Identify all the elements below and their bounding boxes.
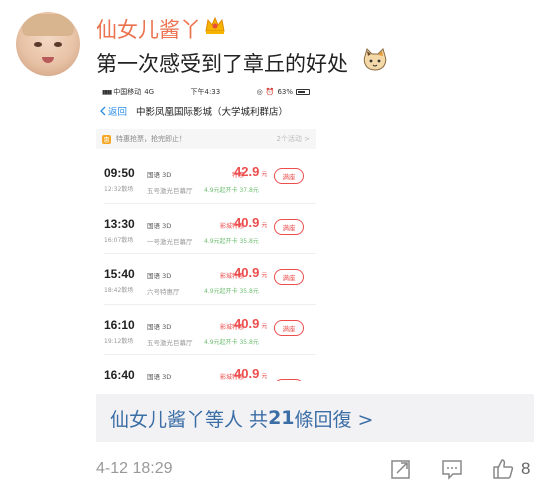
card-note: 4.9元起开卡 35.8元 <box>204 338 259 346</box>
shared-screenshot[interactable]: ▮▮▮▮ 中国移动 4G 下午4:33 ◎ ⏰ 63% 返回 中影凤凰国际影城（… <box>96 85 316 381</box>
start-time: 15:40 <box>104 267 135 281</box>
end-time: 16:07散场 <box>104 236 134 244</box>
network: 4G <box>144 88 155 96</box>
status-button[interactable]: 满座 <box>274 269 304 285</box>
card-note: 4.9元起开卡 35.8元 <box>204 288 259 295</box>
carrier: 中国移动 <box>113 88 142 96</box>
status-button[interactable]: 满座 <box>274 218 304 235</box>
status-button[interactable] <box>274 379 304 381</box>
hall-name: 五号激光巨幕厅 <box>147 338 193 347</box>
avatar[interactable] <box>16 12 80 76</box>
replies-suffix: 條回復 > <box>294 408 374 431</box>
showtime-row[interactable]: 16:40 国语 3D 影城特惠 40.9 元 <box>104 355 316 381</box>
like-icon[interactable] <box>492 458 514 480</box>
start-time: 09:50 <box>104 166 135 180</box>
cat-emoji-icon <box>363 48 387 71</box>
location-icon: ◎ <box>256 88 263 96</box>
replies-middle: 等人 共 <box>205 408 269 431</box>
comment-icon[interactable] <box>441 458 463 480</box>
post-text: 第一次感受到了章丘的好处 <box>96 52 348 76</box>
nav-bar: 返回 中影凤凰国际影城（大学城利群店） <box>96 99 316 123</box>
hall-name: 五号激光巨幕厅 <box>147 187 193 195</box>
crown-icon <box>205 16 225 34</box>
start-time: 16:40 <box>104 368 135 381</box>
back-label: 返回 <box>108 107 128 118</box>
start-time: 16:10 <box>104 317 135 332</box>
like-count: 8 <box>521 459 531 478</box>
replies-link[interactable]: 仙女儿酱丫 等人 共 21 條回復 > <box>96 394 534 442</box>
showtime-row[interactable]: 09:50 12:32散场 国语 3D 五号激光巨幕厅 特惠 42.9 元 4.9… <box>104 153 316 204</box>
battery-icon <box>296 89 310 95</box>
showtime-row[interactable]: 13:30 16:07散场 国语 3D 一号激光巨幕厅 影城特惠 40.9 元 4… <box>104 204 316 254</box>
status-button[interactable]: 满座 <box>274 319 304 336</box>
end-time: 12:32散场 <box>104 186 134 193</box>
language-format: 国语 3D <box>147 272 172 280</box>
status-time: 下午4:33 <box>190 88 221 96</box>
chevron-left-icon <box>100 106 106 116</box>
signal-icon: ▮▮▮▮ <box>102 88 112 96</box>
price: 40.9 元 <box>234 265 268 280</box>
forward-icon[interactable] <box>390 458 412 480</box>
price: 40.9 元 <box>234 366 268 381</box>
end-time: 18:42散场 <box>104 287 134 294</box>
price: 42.9 元 <box>234 164 268 179</box>
battery-percent: 63% <box>277 88 293 96</box>
showtime-row[interactable]: 15:40 18:42散场 国语 3D 六号特惠厅 影城特惠 40.9 元 4.9… <box>104 254 316 305</box>
language-format: 国语 3D <box>147 221 172 230</box>
status-bar: ▮▮▮▮ 中国移动 4G 下午4:33 ◎ ⏰ 63% <box>96 85 316 99</box>
language-format: 国语 3D <box>147 171 172 179</box>
card-note: 4.9元起开卡 35.8元 <box>204 237 259 245</box>
language-format: 国语 3D <box>147 373 172 381</box>
promo-more[interactable]: 2个活动 > <box>276 134 310 144</box>
cinema-title: 中影凤凰国际影城（大学城利群店） <box>136 107 289 118</box>
replies-count: 21 <box>268 407 295 429</box>
showtime-row[interactable]: 16:10 19:12散场 国语 3D 五号激光巨幕厅 影城特惠 40.9 元 4… <box>104 305 316 355</box>
status-button[interactable]: 满座 <box>274 168 304 184</box>
hall-name: 六号特惠厅 <box>147 288 180 296</box>
username[interactable]: 仙女儿酱丫 <box>96 14 201 44</box>
hall-name: 一号激光巨幕厅 <box>147 237 193 246</box>
price: 40.9 元 <box>234 214 268 230</box>
back-button[interactable]: 返回 <box>96 104 136 118</box>
post-timestamp: 4-12 18:29 <box>96 460 173 477</box>
card-note: 4.9元起开卡 37.8元 <box>204 187 259 194</box>
showtime-list: 09:50 12:32散场 国语 3D 五号激光巨幕厅 特惠 42.9 元 4.9… <box>96 153 316 381</box>
start-time: 13:30 <box>104 216 135 231</box>
promo-tag-icon: 惠 <box>102 134 111 144</box>
language-format: 国语 3D <box>147 322 172 331</box>
price: 40.9 元 <box>234 315 268 331</box>
promo-text: 特惠抢票，抢完即止！ <box>116 135 186 143</box>
alarm-icon: ⏰ <box>265 88 275 96</box>
end-time: 19:12散场 <box>104 337 134 345</box>
promo-bar[interactable]: 惠 特惠抢票，抢完即止！ 2个活动 > <box>96 129 316 149</box>
replies-name: 仙女儿酱丫 <box>110 408 206 431</box>
